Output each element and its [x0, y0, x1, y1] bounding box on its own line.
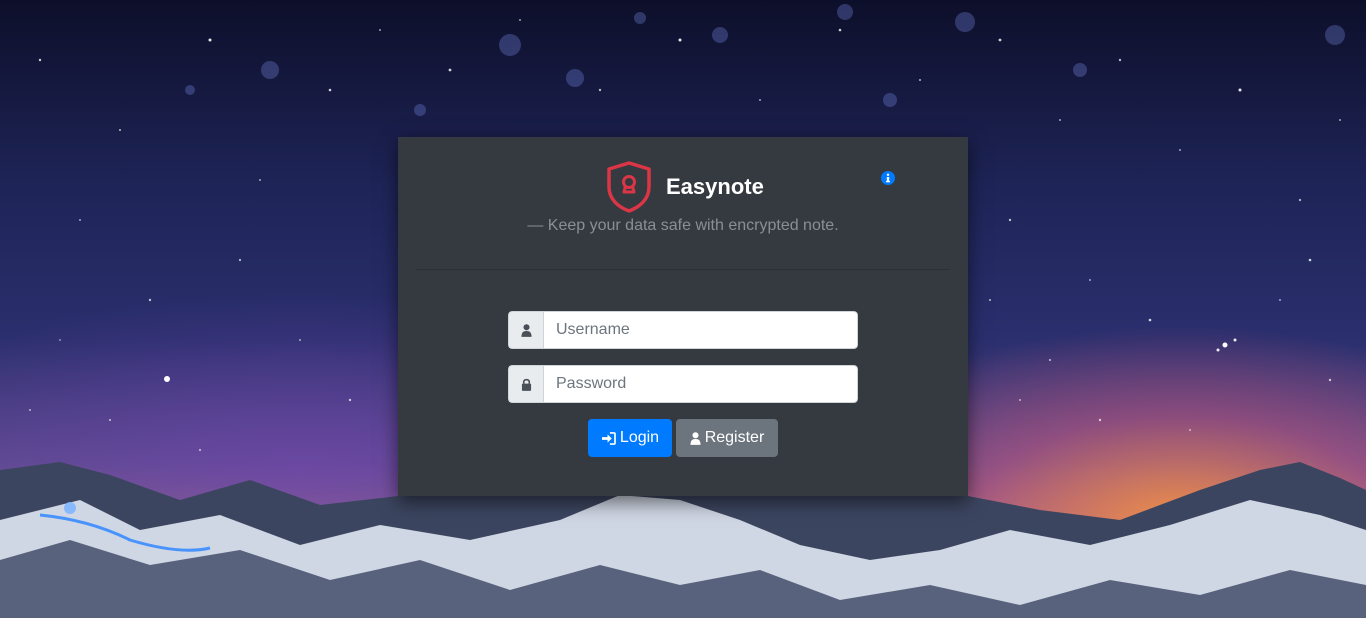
user-icon: [690, 431, 701, 445]
sign-in-icon: [601, 431, 616, 445]
register-label: Register: [704, 429, 765, 446]
divider: [416, 269, 950, 270]
username-addon: [508, 311, 543, 349]
shield-keyhole-icon: [607, 161, 651, 213]
username-group: [508, 311, 858, 349]
brand: Easynote: [606, 161, 764, 213]
login-card: Easynote — Keep your data safe with encr…: [398, 137, 968, 496]
login-button[interactable]: Login: [588, 419, 672, 457]
info-circle-icon[interactable]: [881, 171, 895, 185]
username-input[interactable]: [543, 311, 858, 349]
user-icon: [520, 323, 532, 337]
login-label: Login: [619, 429, 660, 446]
lock-icon: [521, 378, 531, 391]
app-title: Easynote: [666, 174, 764, 199]
register-button[interactable]: Register: [676, 419, 778, 457]
password-group: [508, 365, 858, 403]
password-addon: [508, 365, 543, 403]
password-input[interactable]: [543, 365, 858, 403]
tagline: — Keep your data safe with encrypted not…: [527, 217, 839, 234]
